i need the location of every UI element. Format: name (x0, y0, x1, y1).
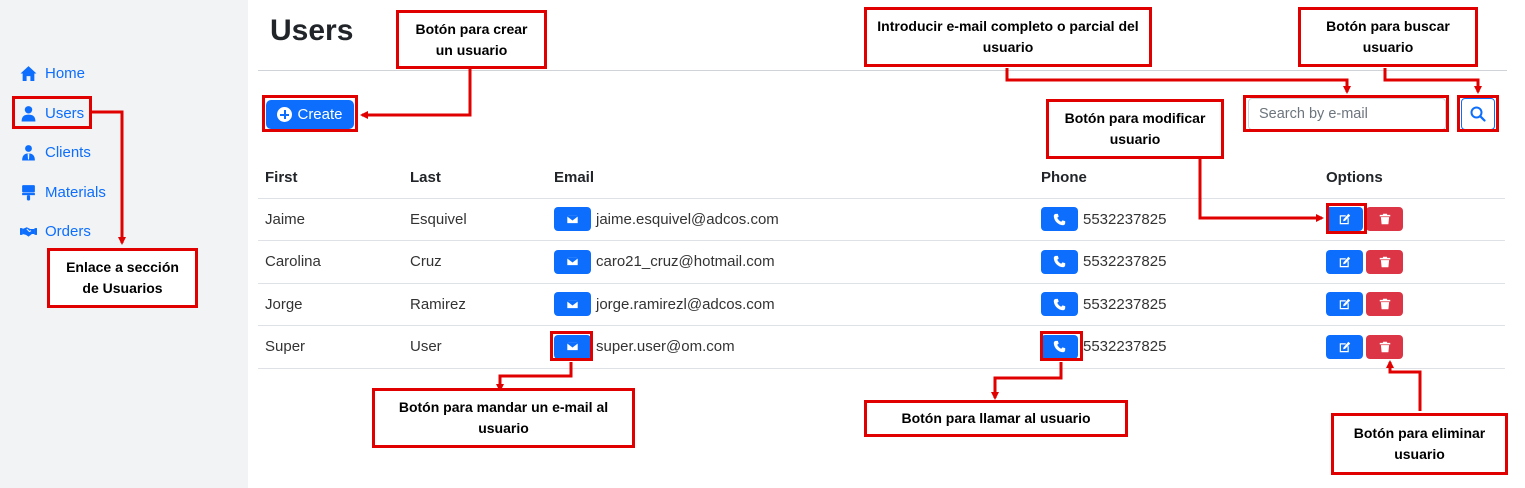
cell-last: Esquivel (403, 198, 547, 241)
trash-icon (1379, 256, 1390, 267)
delete-user-button[interactable] (1366, 249, 1403, 274)
cell-email: jorge.ramirezl@adcos.com (547, 283, 1034, 326)
send-email-button[interactable] (554, 207, 591, 232)
call-button[interactable] (1041, 292, 1078, 317)
cell-first: Carolina (258, 240, 403, 284)
annotation-search-button: Botón para buscar usuario (1298, 7, 1478, 67)
edit-icon (1339, 299, 1350, 310)
cell-first: Jaime (258, 198, 403, 241)
cell-options (1319, 325, 1505, 369)
sidebar-item-orders[interactable]: Orders (20, 220, 91, 242)
delete-user-button[interactable] (1366, 207, 1403, 232)
envelope-icon (566, 299, 579, 309)
sidebar-item-home[interactable]: Home (20, 62, 85, 84)
handshake-icon (20, 226, 37, 237)
table-row: Jorge Ramirez jorge.ramirezl@adcos.com 5532… (258, 283, 1505, 326)
phone-icon (1053, 213, 1066, 225)
paint-brush-icon (22, 184, 35, 200)
annotation-search-input: Introducir e-mail completo o parcial del… (864, 7, 1152, 67)
annotation-call: Botón para llamar al usuario (864, 400, 1128, 437)
sidebar-item-clients[interactable]: Clients (20, 141, 91, 163)
cell-phone: 5532237825 (1034, 198, 1319, 241)
edit-user-button[interactable] (1326, 249, 1363, 274)
cell-last: Ramirez (403, 283, 547, 326)
phone-icon (1053, 256, 1066, 268)
email-text: jaime.esquivel@adcos.com (596, 210, 779, 228)
column-header-last: Last (403, 158, 547, 199)
table-row: Super User super.user@om.com 5532237825 (258, 325, 1505, 369)
column-header-email: Email (547, 158, 1034, 199)
column-header-phone: Phone (1034, 158, 1319, 199)
annotation-email: Botón para mandar un e-mail al usuario (372, 388, 635, 448)
email-text: caro21_cruz@hotmail.com (596, 253, 775, 271)
cell-email: caro21_cruz@hotmail.com (547, 240, 1034, 284)
envelope-icon (566, 257, 579, 267)
email-text: super.user@om.com (596, 338, 735, 356)
table-row: Jaime Esquivel jaime.esquivel@adcos.com 553… (258, 198, 1505, 241)
highlight-search-button (1457, 95, 1499, 132)
highlight-users-link (12, 96, 92, 129)
cell-phone: 5532237825 (1034, 283, 1319, 326)
cell-email: jaime.esquivel@adcos.com (547, 198, 1034, 241)
envelope-icon (566, 214, 579, 224)
column-header-first: First (258, 158, 403, 199)
cell-email: super.user@om.com (547, 325, 1034, 369)
home-icon (20, 65, 37, 81)
send-email-button[interactable] (554, 292, 591, 317)
trash-icon (1379, 299, 1390, 310)
edit-user-button[interactable] (1326, 334, 1363, 359)
delete-user-button[interactable] (1366, 334, 1403, 359)
phone-text: 5532237825 (1083, 210, 1167, 228)
highlight-phone-button (1040, 331, 1083, 361)
sidebar-item-label: Home (45, 64, 86, 82)
cell-phone: 5532237825 (1034, 240, 1319, 284)
cell-first: Jorge (258, 283, 403, 326)
edit-icon (1339, 256, 1350, 267)
cell-options (1319, 240, 1505, 284)
table-row: Carolina Cruz caro21_cruz@hotmail.com 55322… (258, 240, 1505, 284)
table-header-row: First Last Email Phone Options (258, 158, 1505, 199)
cell-first: Super (258, 325, 403, 369)
highlight-search-input (1243, 95, 1449, 132)
phone-text: 5532237825 (1083, 253, 1167, 271)
sidebar-item-label: Materials (45, 183, 106, 201)
trash-icon (1379, 341, 1390, 352)
cell-options (1319, 283, 1505, 326)
send-email-button[interactable] (554, 249, 591, 274)
clients-icon (22, 144, 35, 160)
annotation-delete: Botón para eliminar usuario (1331, 413, 1508, 475)
call-button[interactable] (1041, 249, 1078, 274)
email-text: jorge.ramirezl@adcos.com (596, 295, 775, 313)
column-header-options: Options (1319, 158, 1505, 199)
annotation-modify: Botón para modificar usuario (1046, 99, 1224, 159)
sidebar-item-label: Orders (45, 222, 91, 240)
highlight-edit-button (1326, 203, 1367, 234)
sidebar-item-label: Clients (45, 143, 91, 161)
edit-icon (1339, 341, 1350, 352)
sidebar-item-materials[interactable]: Materials (20, 181, 106, 203)
annotation-create: Botón para crear un usuario (396, 10, 547, 69)
highlight-create (262, 95, 358, 132)
trash-icon (1379, 214, 1390, 225)
phone-text: 5532237825 (1083, 295, 1167, 313)
delete-user-button[interactable] (1366, 292, 1403, 317)
sidebar: Home Users Clients Materials Orders (0, 0, 248, 488)
annotation-users-link: Enlace a sección de Usuarios (47, 248, 198, 308)
highlight-email-button (550, 331, 593, 361)
cell-last: Cruz (403, 240, 547, 284)
users-table: First Last Email Phone Options Jaime Esqu… (258, 158, 1505, 369)
edit-user-button[interactable] (1326, 292, 1363, 317)
divider (258, 70, 1507, 71)
call-button[interactable] (1041, 207, 1078, 232)
page-title: Users (270, 14, 354, 47)
phone-text: 5532237825 (1083, 338, 1167, 356)
phone-icon (1053, 298, 1066, 310)
cell-last: User (403, 325, 547, 369)
